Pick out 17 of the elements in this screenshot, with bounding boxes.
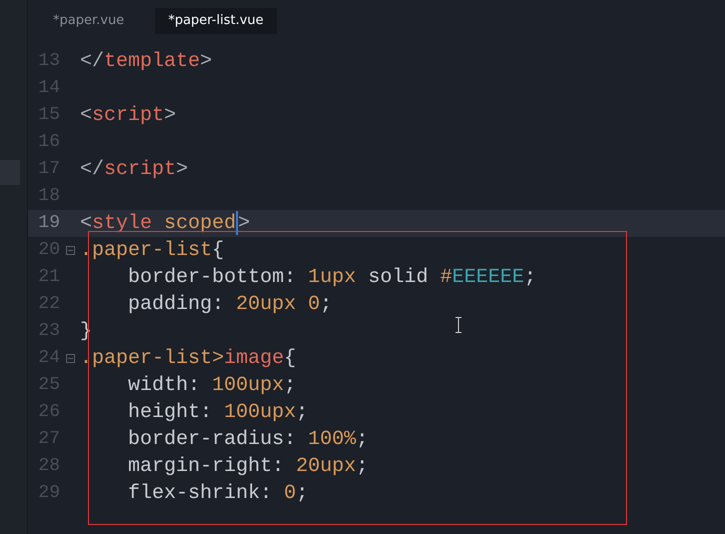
text-cursor-icon (455, 316, 462, 333)
collapse-icon[interactable] (66, 246, 74, 255)
code-line: flex-shrink: 0; (127, 481, 308, 507)
file-tab[interactable]: *paper.vue (40, 8, 138, 34)
code-line: <style scoped> (80, 210, 250, 237)
code-line: border-radius: 100%; (127, 427, 368, 453)
code-line: </script> (80, 157, 188, 183)
file-tab[interactable]: *paper-list.vue (155, 8, 277, 34)
code-line: margin-right: 20upx; (127, 454, 368, 480)
collapse-icon[interactable] (66, 354, 74, 363)
code-line: padding: 20upx 0; (127, 292, 332, 318)
line-number: 19 (38, 213, 60, 233)
code-line: border-bottom: 1upx solid #EEEEEE; (127, 265, 536, 291)
code-line: width: 100upx; (127, 373, 296, 399)
code-line: </template> (80, 49, 212, 75)
code-line: height: 100upx; (127, 400, 308, 426)
code-line: <script> (80, 103, 176, 129)
